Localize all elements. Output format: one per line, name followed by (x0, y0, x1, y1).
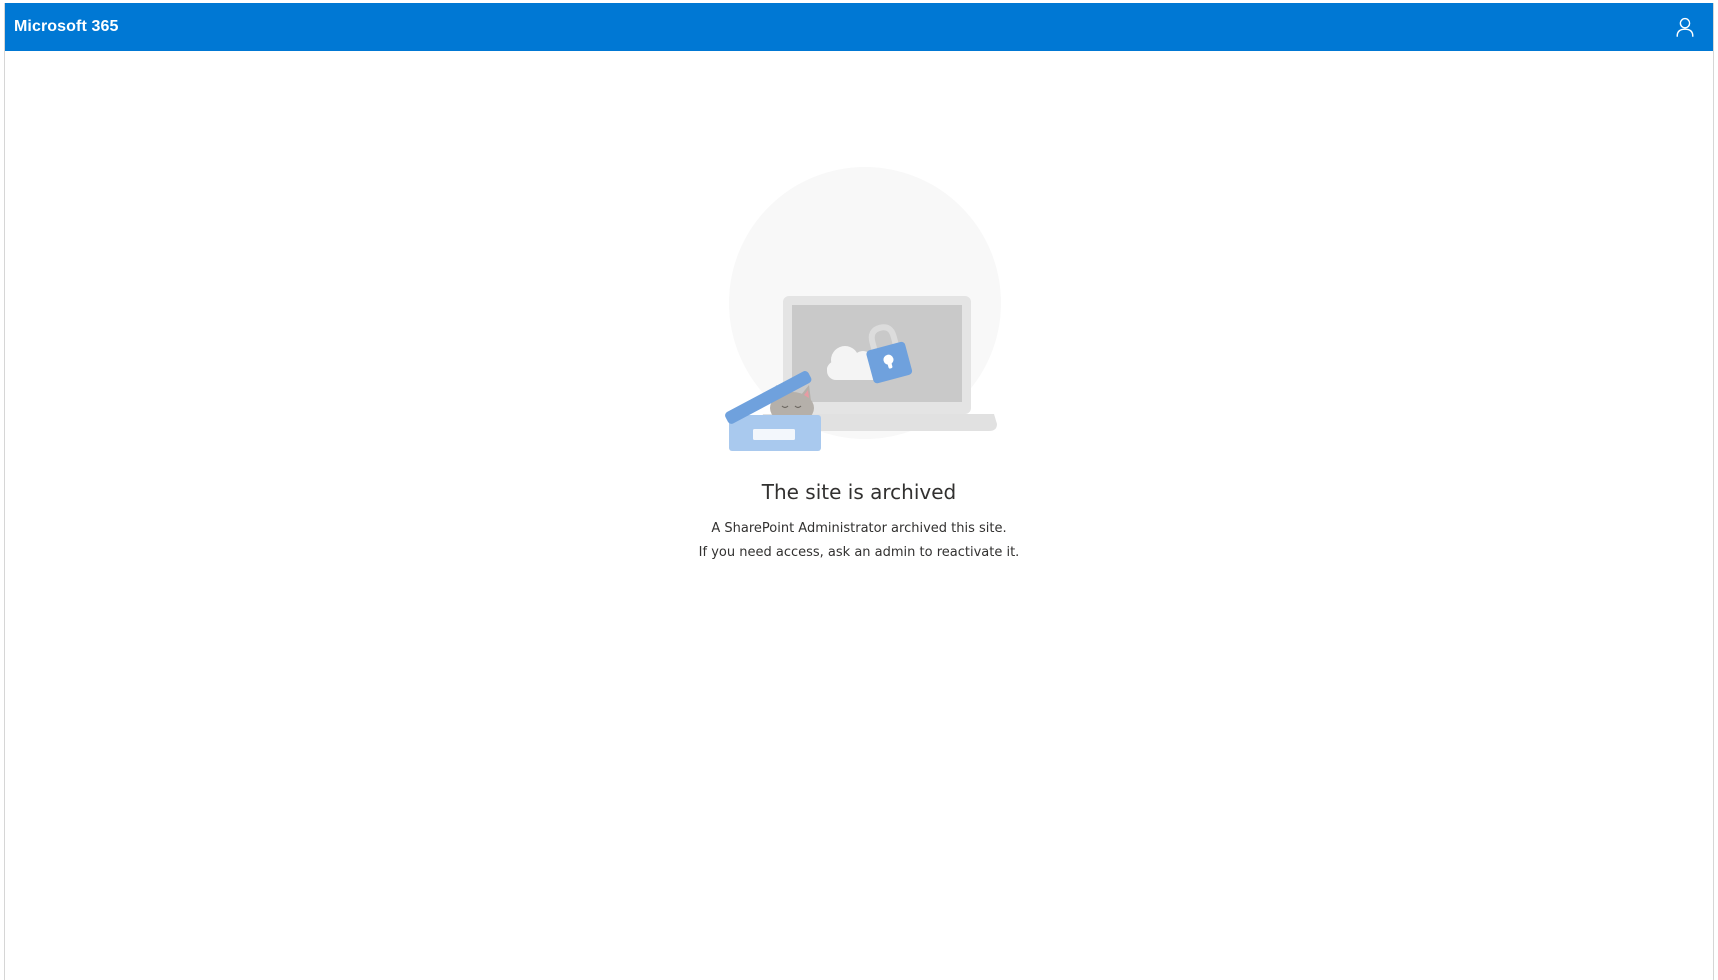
person-icon (1676, 17, 1694, 37)
page-title: The site is archived (761, 480, 957, 504)
main-content: The site is archived A SharePoint Admini… (5, 51, 1713, 980)
account-button[interactable] (1667, 9, 1703, 45)
app-window: Microsoft 365 The site is archived A Sha… (4, 3, 1714, 980)
archive-notice-line-2: If you need access, ask an admin to reac… (698, 545, 1020, 560)
archived-site-illustration (725, 167, 1001, 451)
archive-notice-line-1: A SharePoint Administrator archived this… (711, 521, 1007, 536)
app-launcher-brand[interactable]: Microsoft 365 (14, 18, 118, 36)
suite-header-bar: Microsoft 365 (5, 3, 1713, 51)
